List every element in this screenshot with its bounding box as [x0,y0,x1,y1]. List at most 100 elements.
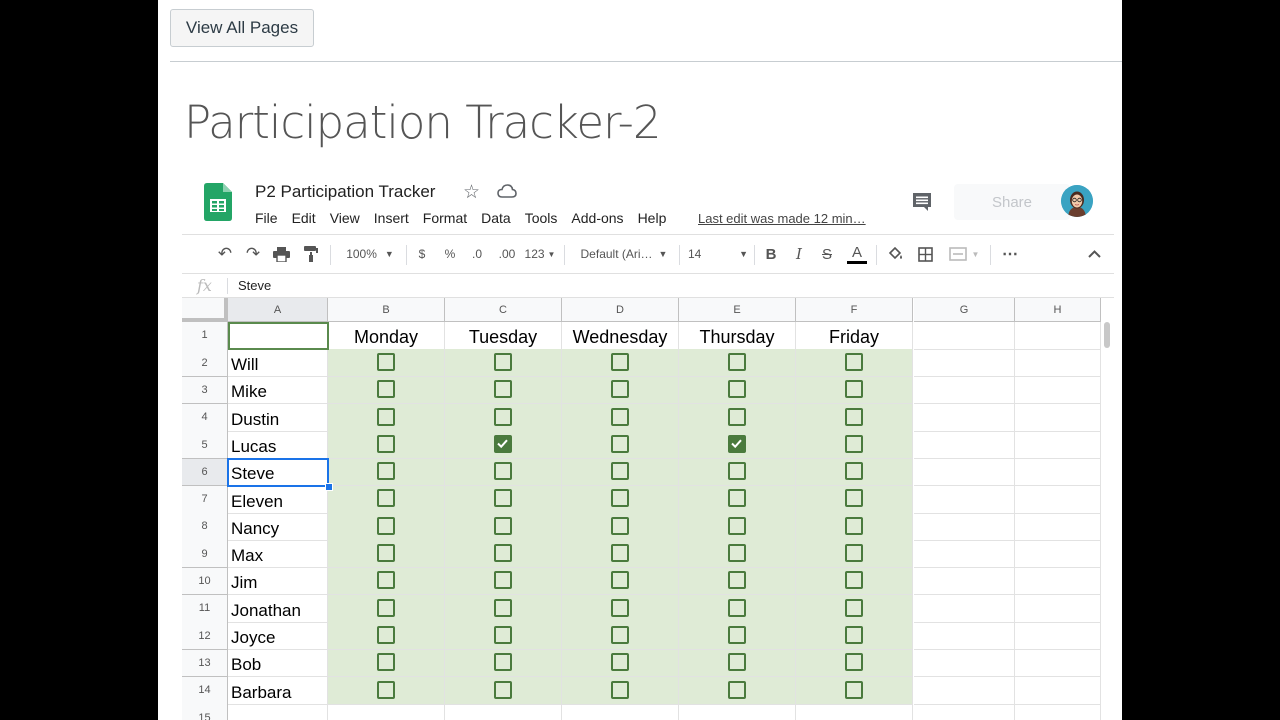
cell-e5[interactable] [679,431,796,459]
checkbox[interactable] [727,462,746,481]
cell-h3[interactable] [1015,376,1101,405]
checkbox[interactable] [610,380,629,399]
cell-c8[interactable] [445,513,562,541]
menu-edit[interactable]: Edit [292,210,316,226]
cell-e9[interactable] [679,540,796,569]
cell-h4[interactable] [1015,403,1101,432]
cell-g3[interactable] [914,376,1015,405]
bold-button[interactable]: B [762,235,780,273]
comment-icon[interactable] [911,192,933,212]
checkbox[interactable] [727,544,746,563]
cell-c3[interactable] [445,376,562,405]
cell-f2[interactable] [796,349,913,378]
cell-e15[interactable] [679,704,796,720]
checkbox[interactable] [493,516,512,535]
strikethrough-button[interactable]: S [818,235,836,273]
checkbox[interactable] [844,407,863,426]
checkbox[interactable] [844,544,863,563]
column-header-c[interactable]: C [445,298,562,322]
cell-h11[interactable] [1015,595,1101,623]
cell-e12[interactable] [679,622,796,651]
checkbox[interactable] [376,653,395,672]
share-button[interactable]: Share [954,184,1070,220]
row-header-15[interactable]: 15 [182,704,228,720]
cell-h12[interactable] [1015,622,1101,651]
cell-a11[interactable]: Jonathan [228,595,328,623]
checkbox[interactable] [493,625,512,644]
checkbox[interactable] [376,680,395,699]
cell-f14[interactable] [796,676,913,705]
cell-b4[interactable] [328,403,445,432]
checkbox[interactable] [610,680,629,699]
cell-a3[interactable]: Mike [228,376,328,405]
cell-f10[interactable] [796,567,913,596]
checkbox-checked[interactable] [727,434,746,453]
cell-c7[interactable] [445,485,562,514]
cell-b7[interactable] [328,485,445,514]
column-header-b[interactable]: B [328,298,445,322]
cell-g6[interactable] [914,458,1015,487]
cell-b1[interactable]: Monday [328,322,445,350]
cell-e13[interactable] [679,649,796,678]
checkbox[interactable] [727,380,746,399]
row-header-12[interactable]: 12 [182,622,228,651]
cell-d1[interactable]: Wednesday [562,322,679,350]
checkbox[interactable] [610,625,629,644]
cell-c14[interactable] [445,676,562,705]
menu-addons[interactable]: Add-ons [571,210,623,226]
cell-d9[interactable] [562,540,679,569]
cell-c15[interactable] [445,704,562,720]
row-header-13[interactable]: 13 [182,649,228,678]
cell-f4[interactable] [796,403,913,432]
italic-button[interactable]: I [790,235,808,273]
borders-icon[interactable] [914,235,936,273]
cell-f15[interactable] [796,704,913,720]
checkbox[interactable] [610,352,629,371]
row-header-3[interactable]: 3 [182,376,228,405]
checkbox[interactable] [493,462,512,481]
cell-b11[interactable] [328,595,445,623]
checkbox[interactable] [493,653,512,672]
decrease-decimal-button[interactable]: .0 [466,235,488,273]
cell-g11[interactable] [914,595,1015,623]
cell-e2[interactable] [679,349,796,378]
cell-e10[interactable] [679,567,796,596]
cell-c12[interactable] [445,622,562,651]
last-edit-link[interactable]: Last edit was made 12 min… [698,211,866,226]
cell-h5[interactable] [1015,431,1101,459]
row-header-10[interactable]: 10 [182,567,228,596]
cell-e6[interactable] [679,458,796,487]
checkbox[interactable] [844,489,863,508]
cell-d10[interactable] [562,567,679,596]
checkbox[interactable] [727,407,746,426]
cell-f12[interactable] [796,622,913,651]
checkbox[interactable] [727,625,746,644]
checkbox[interactable] [610,489,629,508]
cell-b12[interactable] [328,622,445,651]
cell-d12[interactable] [562,622,679,651]
percent-format-button[interactable]: % [441,235,459,273]
cell-e14[interactable] [679,676,796,705]
checkbox[interactable] [493,489,512,508]
checkbox[interactable] [727,516,746,535]
select-all-corner[interactable] [182,298,228,322]
increase-decimal-button[interactable]: .00 [494,235,520,273]
checkbox[interactable] [493,544,512,563]
checkbox[interactable] [493,680,512,699]
column-header-d[interactable]: D [562,298,679,322]
checkbox[interactable] [376,571,395,590]
column-header-h[interactable]: H [1015,298,1101,322]
checkbox[interactable] [844,434,863,453]
cell-h14[interactable] [1015,676,1101,705]
cell-d2[interactable] [562,349,679,378]
cell-a13[interactable]: Bob [228,649,328,678]
cell-a10[interactable]: Jim [228,567,328,596]
cell-h6[interactable] [1015,458,1101,487]
checkbox[interactable] [844,625,863,644]
document-title[interactable]: P2 Participation Tracker [255,182,435,202]
row-header-7[interactable]: 7 [182,485,228,514]
row-header-8[interactable]: 8 [182,513,228,541]
cell-e7[interactable] [679,485,796,514]
cell-g1[interactable] [914,322,1015,350]
cell-c10[interactable] [445,567,562,596]
